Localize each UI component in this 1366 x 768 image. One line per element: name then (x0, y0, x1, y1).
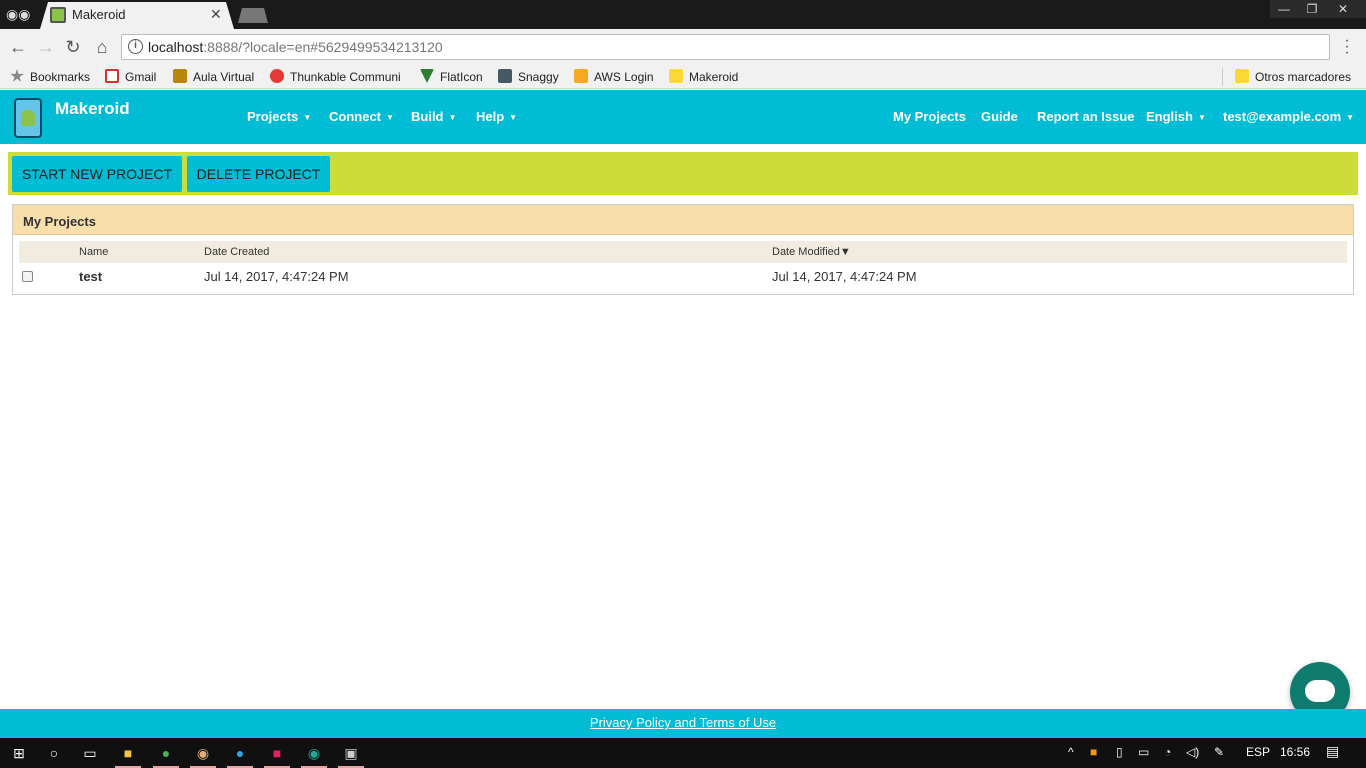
privacy-policy-link[interactable]: Privacy Policy and Terms of Use (0, 715, 1366, 730)
android-icon (21, 110, 35, 126)
window-close-icon[interactable]: ✕ (1320, 0, 1366, 18)
graduation-cap-icon (173, 69, 187, 83)
snaggy-icon (498, 69, 512, 83)
column-date-modified[interactable]: Date Modified▼ (772, 246, 851, 258)
panel-title: My Projects (23, 214, 96, 229)
brand-name: Makeroid (55, 99, 130, 118)
app-icon[interactable]: ■ (268, 744, 286, 762)
more-menu-icon[interactable]: · · · (1342, 33, 1352, 61)
bookmark-item[interactable]: Bookmarks (10, 68, 90, 86)
wifi-icon[interactable]: ◔ (1164, 745, 1171, 759)
caret-down-icon: ▼ (509, 113, 518, 122)
caret-down-icon: ▼ (1346, 113, 1355, 122)
pen-icon[interactable]: ✎ (1214, 745, 1224, 759)
usb-icon[interactable]: ▯ (1116, 745, 1123, 759)
command-prompt-icon[interactable]: ▣ (342, 744, 360, 762)
aws-box-icon (574, 69, 588, 83)
new-tab-button[interactable] (238, 8, 268, 23)
app-header: Makeroid Projects ▼ Connect ▼ Build ▼ Help ▼… (0, 90, 1366, 144)
windows-start-icon[interactable]: ⊞ (10, 744, 28, 762)
menu-build[interactable]: Build ▼ (411, 109, 456, 124)
volume-icon[interactable]: ◁) (1186, 745, 1199, 759)
column-date-created[interactable]: Date Created (204, 246, 269, 258)
tab-favicon-icon (50, 7, 66, 23)
browser-toolbar: ← → ↻ ⌂ i localhost:8888/?locale=en#5629… (0, 29, 1366, 65)
caret-down-icon: ▼ (448, 113, 457, 122)
tab-close-icon[interactable]: ✕ (210, 6, 222, 23)
browser-tab[interactable] (40, 2, 234, 29)
forward-arrow-icon[interactable]: → (36, 37, 56, 57)
star-icon (10, 69, 24, 82)
bookmark-item[interactable]: Gmail (105, 68, 156, 86)
start-new-project-button[interactable]: START NEW PROJECT (12, 156, 182, 192)
thunkable-icon (270, 69, 284, 83)
minimize-icon[interactable]: — (1270, 0, 1298, 18)
app-icon[interactable]: ◉ (194, 744, 212, 762)
home-icon[interactable]: ⌂ (92, 37, 112, 57)
folder-icon (1235, 69, 1249, 83)
column-name[interactable]: Name (79, 246, 108, 258)
bookmark-item[interactable]: FlatIcon (420, 68, 483, 86)
project-name[interactable]: test (79, 269, 102, 284)
url-path: :8888/?locale=en#5629499534213120 (203, 39, 443, 55)
project-date-modified: Jul 14, 2017, 4:47:24 PM (772, 269, 917, 284)
telegram-icon[interactable]: ● (231, 744, 249, 762)
app-footer: Privacy Policy and Terms of Use (0, 709, 1366, 738)
nav-guide[interactable]: Guide (981, 109, 1018, 124)
browser-tab-strip: ◉◉ Makeroid ✕ — ❐ ✕ (0, 0, 1366, 29)
tray-chevron-icon[interactable]: ^ (1068, 745, 1074, 759)
table-header: Name Date Created Date Modified▼ (19, 241, 1347, 263)
sort-descending-icon: ▼ (839, 246, 851, 258)
chat-bubble-icon (1305, 680, 1335, 702)
menu-language[interactable]: English ▼ (1146, 109, 1206, 124)
bookmark-item[interactable]: Aula Virtual (173, 68, 254, 86)
menu-projects[interactable]: Projects ▼ (247, 109, 311, 124)
row-checkbox[interactable] (22, 271, 33, 282)
chrome-icon[interactable]: ● (157, 744, 175, 762)
caret-down-icon: ▼ (1197, 113, 1206, 122)
back-arrow-icon[interactable]: ← (8, 37, 28, 57)
gmail-icon (105, 69, 119, 83)
project-date-created: Jul 14, 2017, 4:47:24 PM (204, 269, 349, 284)
battery-icon[interactable]: ▭ (1138, 745, 1149, 759)
menu-help[interactable]: Help ▼ (476, 109, 517, 124)
caret-down-icon: ▼ (303, 113, 312, 122)
flaticon-icon (420, 69, 434, 83)
clock[interactable]: 16:56 (1280, 745, 1310, 759)
folder-icon (669, 69, 683, 83)
incognito-icon: ◉◉ (6, 6, 31, 22)
panel-header: My Projects (13, 205, 1353, 235)
project-toolbar: START NEW PROJECT DELETE PROJECT (8, 152, 1358, 195)
file-explorer-icon[interactable]: ■ (119, 744, 137, 762)
makeroid-logo-icon[interactable] (14, 98, 42, 138)
bookmark-item[interactable]: Thunkable Communi (270, 68, 402, 86)
other-bookmarks[interactable]: Otros marcadores (1222, 68, 1351, 86)
projects-panel: My Projects Name Date Created Date Modif… (12, 204, 1354, 295)
windows-taskbar: ⊞ ○ ▭ ■ ● ◉ ● ■ ◉ ▣ ^ ■ ▯ ▭ ◔ ◁) ✎ ESP 1… (0, 738, 1366, 768)
info-icon[interactable]: i (128, 39, 143, 54)
bookmark-item[interactable]: AWS Login (574, 68, 654, 86)
nav-report-issue[interactable]: Report an Issue (1037, 109, 1135, 124)
tab-title: Makeroid (72, 7, 126, 22)
nav-my-projects[interactable]: My Projects (893, 109, 966, 124)
url-host: localhost (148, 39, 204, 55)
address-bar[interactable]: i localhost:8888/?locale=en#562949953421… (121, 34, 1330, 60)
tray-app-icon[interactable]: ■ (1090, 745, 1097, 759)
bookmark-item[interactable]: Snaggy (498, 68, 559, 86)
search-circle-icon[interactable]: ○ (45, 744, 63, 762)
table-row[interactable]: test Jul 14, 2017, 4:47:24 PM Jul 14, 20… (19, 264, 1347, 289)
android-studio-icon[interactable]: ◉ (305, 744, 323, 762)
task-view-icon[interactable]: ▭ (81, 744, 99, 762)
reload-icon[interactable]: ↻ (63, 37, 83, 57)
notifications-icon[interactable]: ▤ (1326, 743, 1339, 760)
delete-project-button[interactable]: DELETE PROJECT (187, 156, 330, 192)
bookmarks-bar: Bookmarks Gmail Aula Virtual Thunkable C… (0, 65, 1366, 89)
bookmark-item[interactable]: Makeroid (669, 68, 738, 86)
input-language[interactable]: ESP (1246, 745, 1270, 759)
menu-user[interactable]: test@example.com ▼ (1223, 109, 1354, 124)
menu-connect[interactable]: Connect ▼ (329, 109, 394, 124)
caret-down-icon: ▼ (386, 113, 394, 122)
